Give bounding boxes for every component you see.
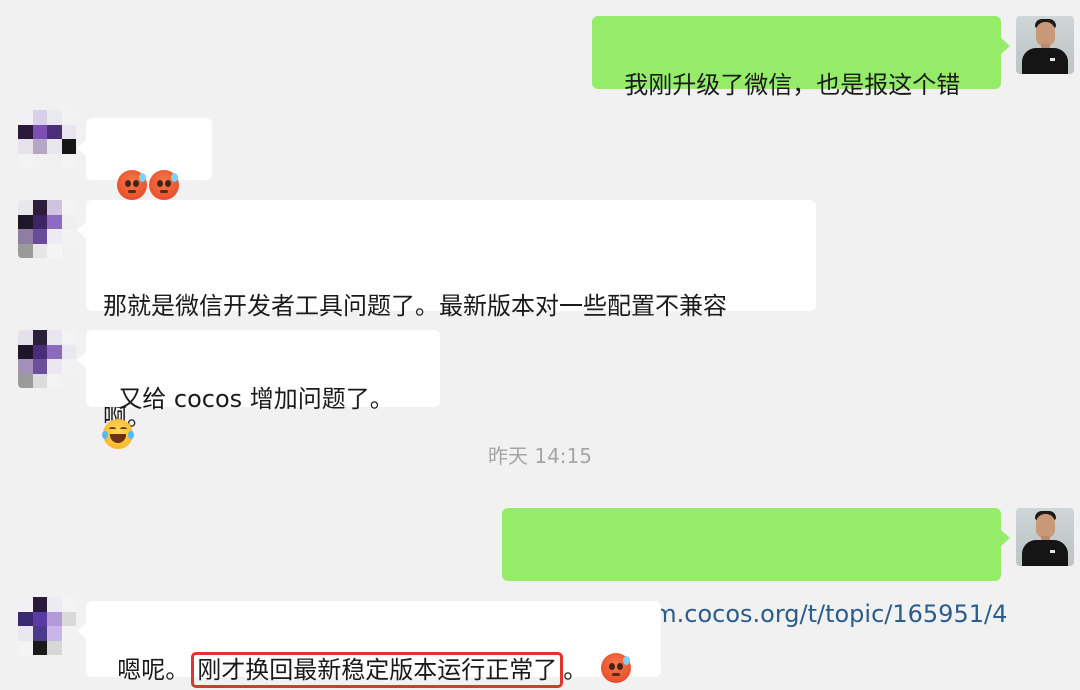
- highlighted-text-box: 刚才换回最新稳定版本运行正常了: [191, 652, 564, 688]
- avatar-self[interactable]: [1016, 16, 1074, 74]
- hot-face-emoji: [117, 170, 148, 200]
- hot-face-emoji: [149, 170, 180, 200]
- avatar-contact[interactable]: [18, 200, 76, 258]
- message-bubble-incoming[interactable]: [77, 118, 212, 237]
- message-bubble-incoming[interactable]: 那就是微信开发者工具问题了。最新版本对一些配置不兼容 啊。: [77, 200, 816, 431]
- message-bubble-incoming[interactable]: 嗯呢。 刚才换回最新稳定版本运行正常了。: [77, 601, 661, 688]
- avatar-contact[interactable]: [18, 330, 76, 388]
- message-text: 嗯呢。: [117, 656, 190, 684]
- message-bubble-incoming[interactable]: 又给 cocos 增加问题了。: [77, 330, 440, 449]
- avatar-self[interactable]: [1016, 508, 1074, 566]
- message-text: 又给 cocos 增加问题了。: [118, 385, 394, 413]
- avatar-contact[interactable]: [18, 110, 76, 168]
- message-text: 。: [563, 656, 588, 684]
- timestamp: 昨天 14:15: [488, 444, 592, 468]
- avatar-contact[interactable]: [18, 597, 76, 655]
- message-bubble-outgoing[interactable]: 我刚升级了微信，也是报这个错: [592, 16, 1010, 99]
- hot-face-emoji: [601, 653, 632, 683]
- message-text: 我刚升级了微信，也是报这个错: [624, 71, 961, 99]
- message-text-line: 那就是微信开发者工具问题了。最新版本对一些配置不兼容: [103, 292, 727, 320]
- message-bubble-outgoing[interactable]: https://forum.cocos.org/t/topic/165951/4: [502, 508, 1010, 628]
